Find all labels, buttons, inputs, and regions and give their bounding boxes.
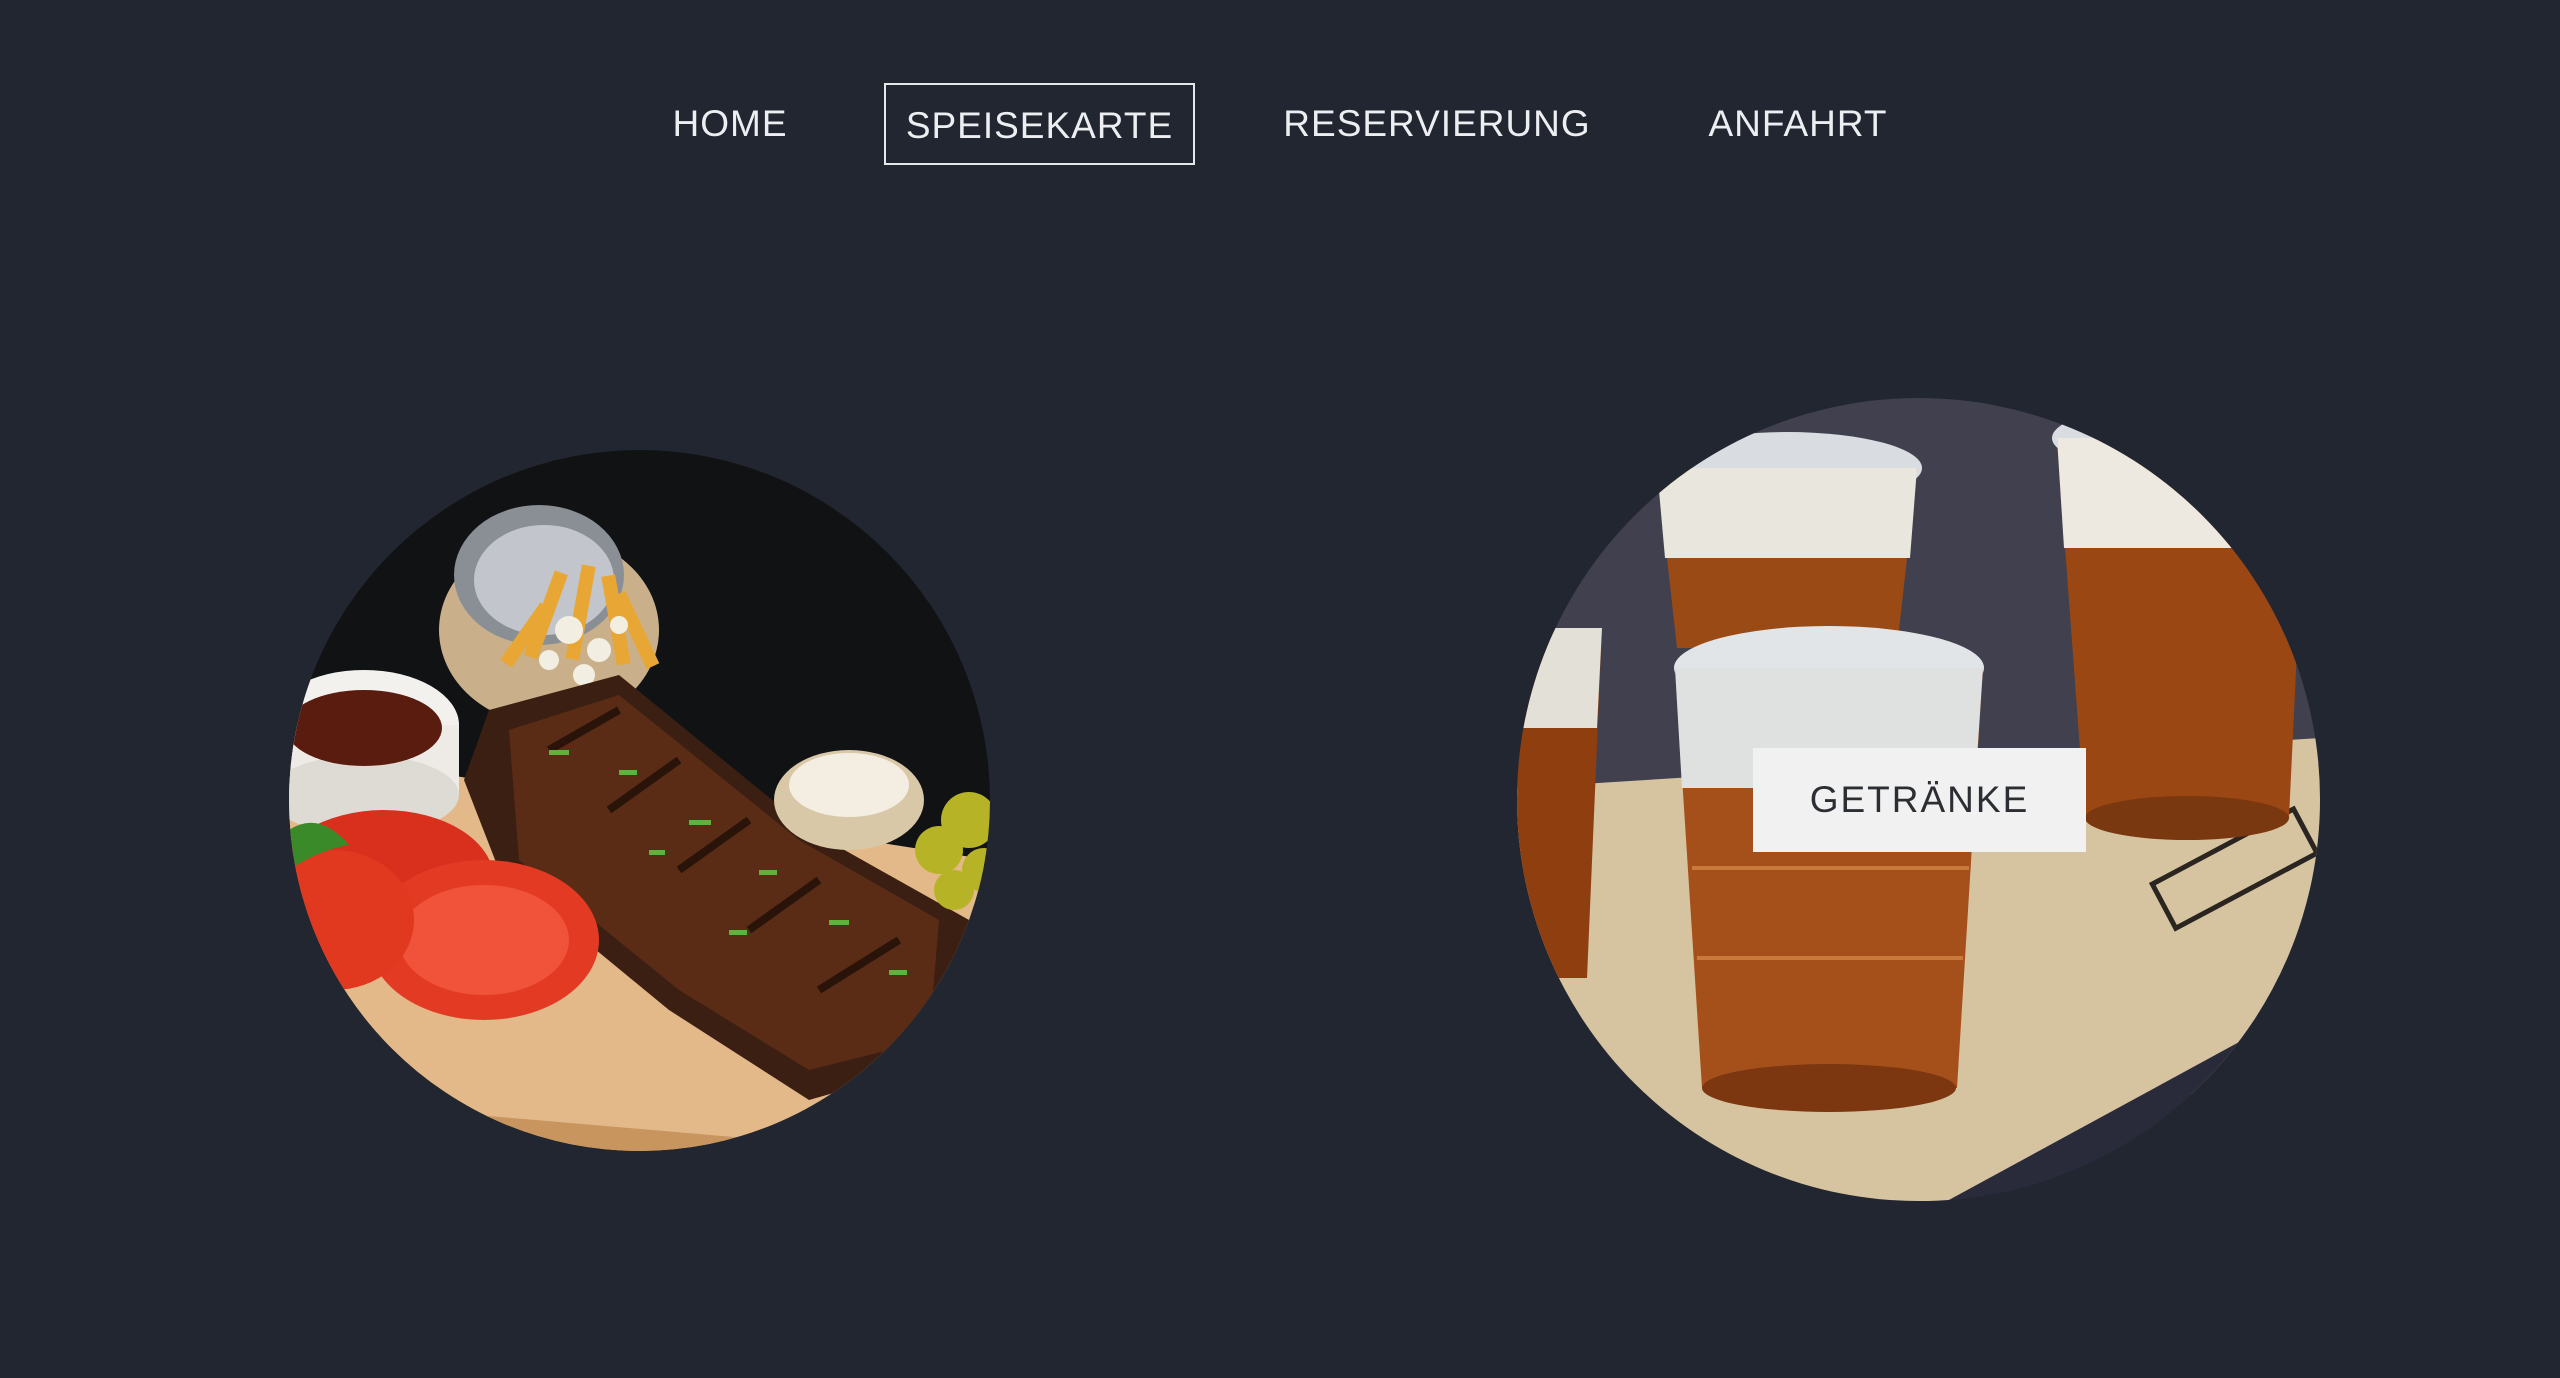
nav-item-home[interactable]: HOME [660,83,800,165]
getraenke-button[interactable]: GETRÄNKE [1753,748,2086,852]
page: HOME SPEISEKARTE RESERVIERUNG ANFAHRT GE… [0,0,2560,1378]
food-image-circle[interactable] [289,450,990,1151]
food-photo [289,450,990,1151]
nav-item-speisekarte[interactable]: SPEISEKARTE [884,83,1195,165]
main-nav: HOME SPEISEKARTE RESERVIERUNG ANFAHRT [0,83,2560,165]
nav-item-anfahrt[interactable]: ANFAHRT [1700,83,1896,165]
nav-item-reservierung[interactable]: RESERVIERUNG [1282,83,1592,165]
